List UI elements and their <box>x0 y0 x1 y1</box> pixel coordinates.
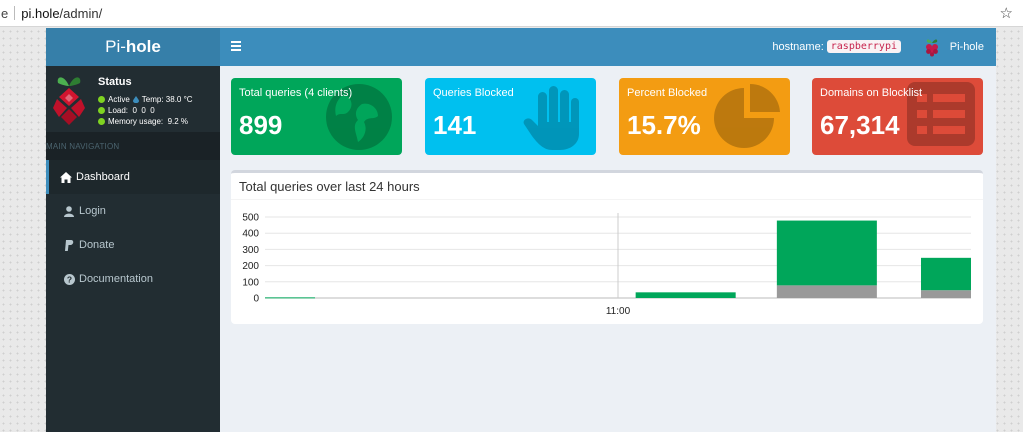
status-memory: Memory usage: 9.2 % <box>108 117 189 126</box>
status-active: Active <box>108 95 130 104</box>
sidebar-item-documentation[interactable]: ? Documentation <box>46 262 220 296</box>
status-temp: Temp: 38.0 °C <box>141 95 193 104</box>
queries-over-time-chart[interactable]: 0 100 200 300 400 500 11:00 <box>231 203 983 323</box>
hand-icon <box>523 86 579 150</box>
stat-value: 899 <box>239 110 283 140</box>
hostname-value: raspberrypi <box>826 40 901 53</box>
active-status-dot-icon <box>98 96 105 103</box>
status-load: Load: 0 0 0 <box>108 106 155 115</box>
hostname-label: hostname: <box>772 40 824 53</box>
y-tick-label: 0 <box>253 294 259 305</box>
stat-box-percent-blocked[interactable]: Percent Blocked 15.7% <box>619 78 790 155</box>
y-tick-label: 100 <box>242 277 259 288</box>
sidebar-item-dashboard[interactable]: Dashboard <box>46 160 220 194</box>
bar-segment-permitted <box>265 297 316 299</box>
hostname-display: hostname: raspberrypi <box>772 40 901 53</box>
home-icon <box>60 171 72 183</box>
queries-over-time-chart-box: Total queries over last 24 hours 0 100 200… <box>231 170 983 324</box>
stat-label: Queries Blocked <box>433 87 514 99</box>
logo-part2: hole <box>125 37 161 56</box>
address-separator <box>14 6 16 20</box>
bookmark-star-icon[interactable]: ☆ <box>1000 4 1013 22</box>
stat-box-total-queries[interactable]: Total queries (4 clients) 899 <box>231 78 402 155</box>
stat-label: Total queries (4 clients) <box>239 87 353 99</box>
sidebar-item-label: Donate <box>79 239 115 251</box>
status-line-memory: Memory usage: 9.2 % <box>98 117 188 126</box>
status-panel: Status Active Temp: 38.0 °C Load: 0 0 0 … <box>46 66 220 132</box>
y-tick-label: 500 <box>242 213 259 224</box>
svg-text:?: ? <box>66 274 71 284</box>
menu-toggle-icon[interactable] <box>231 41 241 51</box>
pihole-admin-app: Pi-hole hostname: raspberrypi Pi-hole St… <box>46 28 996 432</box>
sidebar-item-label: Login <box>79 205 106 217</box>
chart-title: Total queries over last 24 hours <box>239 179 420 194</box>
main-navigation-header: MAIN NAVIGATION <box>46 132 220 160</box>
sidebar-item-label: Documentation <box>79 273 153 285</box>
sidebar-item-label: Dashboard <box>76 171 130 183</box>
top-navbar: hostname: raspberrypi Pi-hole <box>220 28 996 66</box>
user-menu[interactable]: Pi-hole <box>924 37 984 57</box>
memory-status-dot-icon <box>98 118 105 125</box>
app-logo[interactable]: Pi-hole <box>46 28 220 66</box>
stat-value: 67,314 <box>820 110 900 140</box>
sidebar-item-login[interactable]: Login <box>46 194 220 228</box>
bar-segment-blocked <box>776 285 877 298</box>
browser-address-bar[interactable]: e pi.hole/admin/ ☆ <box>0 0 1023 27</box>
chart-title-divider <box>231 199 983 200</box>
load-status-dot-icon <box>98 107 105 114</box>
paypal-icon <box>63 239 75 251</box>
status-line-active: Active Temp: 38.0 °C <box>98 95 193 104</box>
y-tick-label: 200 <box>242 261 259 272</box>
x-tick-label: 11:00 <box>606 306 631 317</box>
status-title: Status <box>98 76 132 88</box>
dashboard-content: Total queries (4 clients) 899 Queries Bl… <box>220 66 996 432</box>
stat-value: 141 <box>433 110 477 140</box>
question-circle-icon: ? <box>63 273 75 285</box>
stat-label: Percent Blocked <box>627 87 708 99</box>
url-host: pi.hole <box>21 5 60 21</box>
pihole-logo-icon <box>53 77 85 125</box>
status-line-load: Load: 0 0 0 <box>98 106 155 115</box>
temperature-drop-icon <box>132 96 139 103</box>
bar-segment-permitted <box>920 257 971 291</box>
url-text[interactable]: pi.hole/admin/ <box>21 6 102 21</box>
url-path: /admin/ <box>59 5 103 21</box>
url-prefix: e <box>1 5 9 21</box>
bar-segment-blocked <box>920 290 971 298</box>
raspberry-icon <box>925 39 938 57</box>
stat-box-domains-on-blocklist[interactable]: Domains on Blocklist 67,314 <box>812 78 983 155</box>
stat-box-queries-blocked[interactable]: Queries Blocked 141 <box>425 78 596 155</box>
stat-value: 15.7% <box>627 110 701 140</box>
pie-chart-icon <box>714 83 780 148</box>
logo-part1: Pi- <box>105 37 126 56</box>
y-tick-label: 300 <box>242 245 259 256</box>
nav-header-label: MAIN NAVIGATION <box>46 142 120 151</box>
user-label: Pi-hole <box>949 41 984 53</box>
user-icon <box>63 205 75 217</box>
bar-segment-permitted <box>635 292 736 298</box>
bar-segment-permitted <box>776 220 877 286</box>
sidebar: Status Active Temp: 38.0 °C Load: 0 0 0 … <box>46 66 220 432</box>
stat-label: Domains on Blocklist <box>820 87 923 99</box>
sidebar-item-donate[interactable]: Donate <box>46 228 220 262</box>
y-tick-label: 400 <box>242 229 259 240</box>
